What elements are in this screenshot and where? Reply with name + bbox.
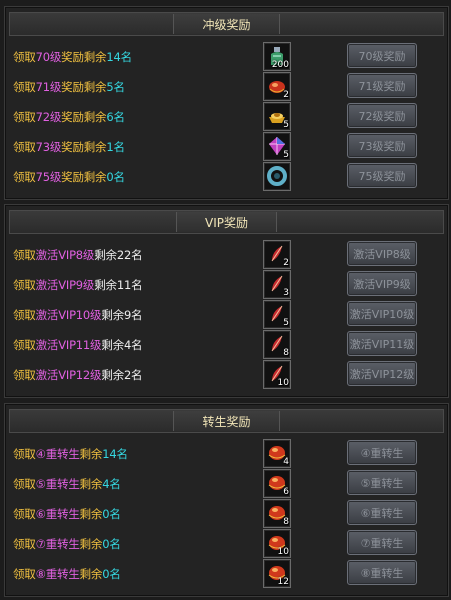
level-reward-title: 冲级奖励 (173, 14, 280, 34)
level-row-71: 领取71级奖励剩余5名 2 71级奖励 (5, 72, 448, 102)
level-row-72: 领取72级奖励剩余6名 5 72级奖励 (5, 102, 448, 132)
vip-reward-panel: VIP奖励 领取激活VIP8级剩余22名 2 激活VIP8级 领取激活VIP9级… (4, 204, 449, 398)
rebirth-8-button[interactable]: ⑧重转生 (347, 560, 417, 585)
rebirth-reward-header: 转生奖励 (9, 409, 444, 433)
rebirth-row-5: 领取⑤重转生剩余4名 6 ⑤重转生 (5, 469, 448, 499)
rebirth-row-8: 领取⑧重转生剩余0名 12 ⑧重转生 (5, 559, 448, 589)
rebirth-6-button[interactable]: ⑥重转生 (347, 500, 417, 525)
rebirth-4-button[interactable]: ④重转生 (347, 440, 417, 465)
vip-row-8: 领取激活VIP8级剩余22名 2 激活VIP8级 (5, 240, 448, 270)
reward-slot[interactable]: 8 (263, 499, 291, 528)
reward-slot[interactable]: 10 (263, 360, 291, 389)
reward-slot[interactable]: 200 (263, 42, 291, 71)
vip-reward-header: VIP奖励 (9, 210, 444, 234)
reward-slot[interactable]: 10 (263, 529, 291, 558)
reward-slot[interactable]: 12 (263, 559, 291, 588)
level-row-70: 领取70级奖励剩余14名 200 70级奖励 (5, 42, 448, 72)
reward-slot[interactable] (263, 162, 291, 191)
reward-slot[interactable]: 8 (263, 330, 291, 359)
claim-level-72-button[interactable]: 72级奖励 (347, 103, 417, 128)
vip-row-11: 领取激活VIP11级剩余4名 8 激活VIP11级 (5, 330, 448, 360)
level-reward-panel: 冲级奖励 领取70级奖励剩余14名 200 70级奖励 领取71级奖励剩余5名 … (4, 6, 449, 200)
activate-vip9-button[interactable]: 激活VIP9级 (347, 271, 417, 296)
activate-vip11-button[interactable]: 激活VIP11级 (347, 331, 417, 356)
reward-slot[interactable]: 5 (263, 300, 291, 329)
rebirth-row-7: 领取⑦重转生剩余0名 10 ⑦重转生 (5, 529, 448, 559)
vip-row-12: 领取激活VIP12级剩余2名 10 激活VIP12级 (5, 360, 448, 390)
claim-level-70-button[interactable]: 70级奖励 (347, 43, 417, 68)
reward-slot[interactable]: 5 (263, 102, 291, 131)
vip-row-9: 领取激活VIP9级剩余11名 3 激活VIP9级 (5, 270, 448, 300)
rebirth-reward-panel: 转生奖励 领取④重转生剩余14名 4 ④重转生 领取⑤重转生剩余4名 6 ⑤重转… (4, 403, 449, 597)
reward-slot[interactable]: 6 (263, 469, 291, 498)
claim-level-75-button[interactable]: 75级奖励 (347, 163, 417, 188)
reward-slot[interactable]: 3 (263, 270, 291, 299)
claim-level-73-button[interactable]: 73级奖励 (347, 133, 417, 158)
rebirth-row-6: 领取⑥重转生剩余0名 8 ⑥重转生 (5, 499, 448, 529)
rebirth-reward-title: 转生奖励 (173, 411, 280, 431)
vip-row-10: 领取激活VIP10级剩余9名 5 激活VIP10级 (5, 300, 448, 330)
reward-slot[interactable]: 2 (263, 72, 291, 101)
activate-vip8-button[interactable]: 激活VIP8级 (347, 241, 417, 266)
rebirth-5-button[interactable]: ⑤重转生 (347, 470, 417, 495)
reward-slot[interactable]: 4 (263, 439, 291, 468)
claim-level-71-button[interactable]: 71级奖励 (347, 73, 417, 98)
reward-slot[interactable]: 2 (263, 240, 291, 269)
activate-vip10-button[interactable]: 激活VIP10级 (347, 301, 417, 326)
level-row-75: 领取75级奖励剩余0名 75级奖励 (5, 162, 448, 192)
vip-reward-title: VIP奖励 (176, 212, 277, 232)
rebirth-row-4: 领取④重转生剩余14名 4 ④重转生 (5, 439, 448, 469)
reward-slot[interactable]: 5 (263, 132, 291, 161)
level-reward-header: 冲级奖励 (9, 12, 444, 36)
rebirth-7-button[interactable]: ⑦重转生 (347, 530, 417, 555)
jade-ring-icon (267, 166, 287, 186)
activate-vip12-button[interactable]: 激活VIP12级 (347, 361, 417, 386)
level-row-73: 领取73级奖励剩余1名 5 73级奖励 (5, 132, 448, 162)
